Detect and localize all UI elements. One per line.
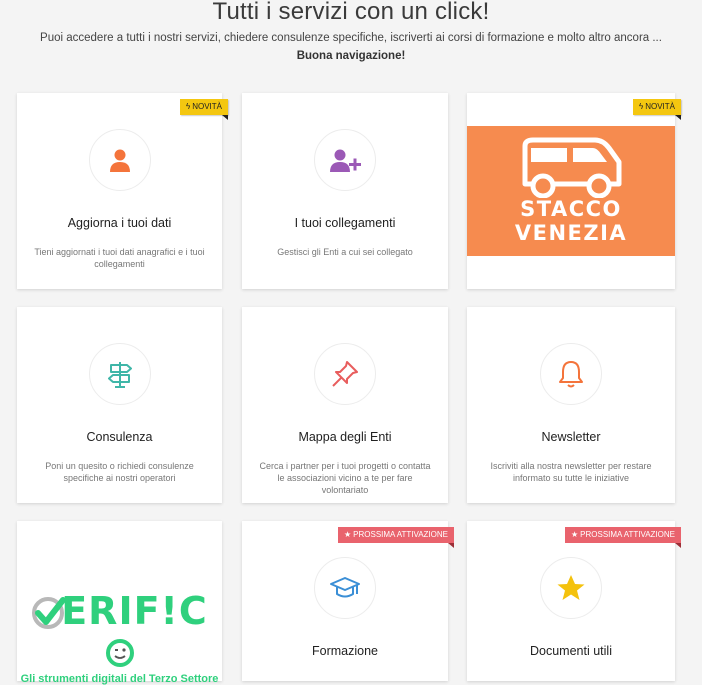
page-greeting: Buona navigazione!	[296, 50, 406, 62]
badge-prossima-attivazione: ★ PROSSIMA ATTIVAZIONE	[564, 527, 682, 548]
card-consulenza[interactable]: Consulenza Poni un quesito o richiedi co…	[17, 307, 222, 503]
card-description: Cerca i partner per i tuoi progetti o co…	[259, 461, 431, 495]
card-description: Poni un quesito o richiedi consulenze sp…	[45, 461, 194, 483]
bell-icon	[540, 343, 602, 405]
card-description: Iscriviti alla nostra newsletter per res…	[490, 461, 652, 483]
lightning-icon: ϟ	[185, 102, 191, 111]
card-title: Documenti utili	[530, 644, 612, 658]
card-aggiorna-dati[interactable]: ϟ NOVITÀ Aggiorna i tuoi dati Tieni aggio…	[17, 93, 229, 289]
graduation-cap-icon	[314, 557, 376, 619]
page-title: Tutti i servizi con un click!	[212, 0, 490, 25]
card-collegamenti[interactable]: I tuoi collegamenti Gestisci gli Enti a …	[242, 93, 448, 289]
card-description: Tieni aggiornati i tuoi dati anagrafici …	[34, 247, 205, 269]
star-badge-icon: ★	[343, 530, 352, 539]
card-newsletter[interactable]: Newsletter Iscriviti alla nostra newslet…	[467, 307, 675, 503]
lightning-icon: ϟ	[638, 102, 644, 111]
pin-icon	[314, 343, 376, 405]
page-subtitle: Puoi accedere a tutti i nostri servizi, …	[40, 32, 662, 44]
stacco-venezia-logo: STACCO VENEZIA	[514, 197, 628, 245]
badge-prossima-attivazione: ★ PROSSIMA ATTIVAZIONE	[337, 527, 455, 548]
card-mappa-enti[interactable]: Mappa degli Enti Cerca i partner per i t…	[242, 307, 448, 503]
star-icon	[540, 557, 602, 619]
card-formazione[interactable]: ★ PROSSIMA ATTIVAZIONE Formazione	[242, 521, 455, 681]
verifico-wordmark: ERIF!C	[17, 591, 222, 671]
badge-novita: ϟ NOVITÀ	[632, 99, 682, 120]
card-title: Aggiorna i tuoi dati	[67, 216, 172, 230]
user-plus-icon	[314, 129, 376, 191]
stacco-venezia-banner: STACCO VENEZIA	[467, 126, 675, 256]
badge-novita: ϟ NOVITÀ	[179, 99, 229, 120]
card-verifico[interactable]: ERIF!C Gli strumenti digitali del Terzo …	[17, 521, 222, 685]
card-description: Gestisci gli Enti a cui sei collegato	[277, 247, 413, 257]
verifico-logo: ERIF!C Gli strumenti digitali del Terzo …	[17, 591, 222, 685]
van-icon	[522, 137, 622, 198]
card-title: Newsletter	[541, 430, 601, 444]
card-title: Formazione	[312, 644, 378, 658]
user-icon	[88, 129, 151, 191]
card-title: Consulenza	[86, 430, 153, 444]
card-stacco-venezia[interactable]: ϟ NOVITÀ STACCO VENEZIA	[467, 93, 682, 289]
card-documenti-utili[interactable]: ★ PROSSIMA ATTIVAZIONE Documenti utili	[467, 521, 682, 681]
signpost-icon	[88, 343, 151, 405]
card-title: Mappa degli Enti	[298, 430, 392, 444]
star-badge-icon: ★	[570, 530, 579, 539]
card-title: I tuoi collegamenti	[294, 216, 396, 230]
wink-icon	[105, 639, 134, 667]
